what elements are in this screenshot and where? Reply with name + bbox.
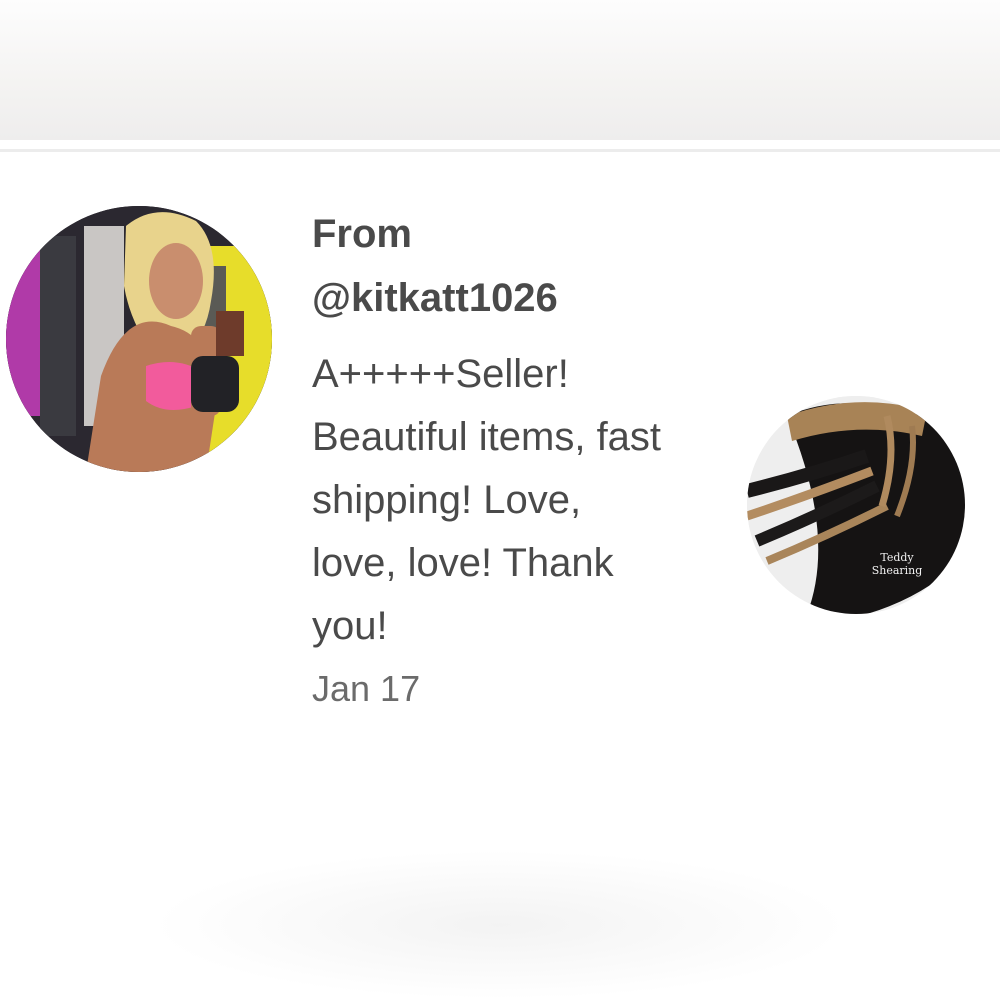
product-thumbnail[interactable]: Teddy Shearing — [747, 396, 965, 614]
reviewer-avatar-image — [6, 206, 272, 472]
product-caption: Teddy Shearing — [869, 551, 925, 577]
section-divider — [0, 149, 1000, 152]
caption-line-2: Shearing — [871, 564, 923, 577]
caption-line-1: Teddy — [880, 551, 914, 564]
product-image — [747, 396, 965, 614]
bottom-shadow — [150, 850, 850, 1000]
reviewer-username-link[interactable]: @kitkatt1026 — [312, 268, 732, 328]
from-label: From — [312, 212, 412, 256]
review-content: From @kitkatt1026 A+++++Seller! Beautifu… — [312, 206, 732, 714]
top-header-band — [0, 0, 1000, 140]
review-message: A+++++Seller! Beautiful items, fast ship… — [312, 352, 662, 648]
review-date: Jan 17 — [312, 668, 421, 709]
reviewer-avatar[interactable] — [6, 206, 272, 472]
